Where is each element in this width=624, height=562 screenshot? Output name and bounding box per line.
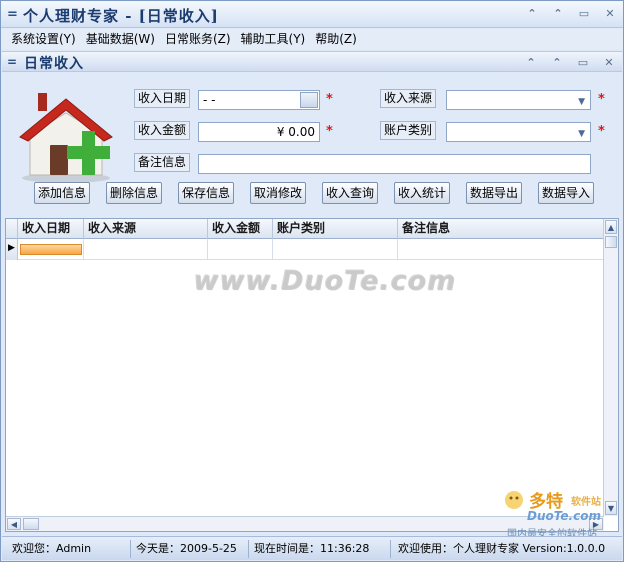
house-add-icon [19, 93, 113, 183]
minimize-icon[interactable]: ⌃ [551, 7, 565, 21]
menu-basic-data[interactable]: 基础数据(W) [86, 29, 155, 49]
child-window-bar[interactable]: = 日常收入 ⌃ ⌃ ▭ ✕ [2, 51, 622, 72]
add-info-button[interactable]: 添加信息 [34, 182, 90, 204]
income-date-label: 收入日期 [134, 89, 191, 108]
income-amount-label: 收入金额 [134, 121, 191, 140]
title-bar[interactable]: = 个人理财专家 - [日常收入] ⌃ ⌃ ▭ ✕ [1, 1, 623, 28]
calendar-dropdown-button[interactable] [300, 92, 318, 108]
save-info-button[interactable]: 保存信息 [178, 182, 234, 204]
grid-header: 收入日期 收入来源 收入金额 账户类别 备注信息 [6, 219, 604, 239]
column-header[interactable]: 收入来源 [84, 219, 208, 239]
income-amount-value: ¥ 0.00 [276, 125, 315, 139]
row-indicator[interactable]: ▶ [6, 239, 18, 260]
table-row[interactable]: ▶ [6, 239, 604, 260]
income-date-picker[interactable]: - - [198, 90, 320, 110]
menu-system-settings[interactable]: 系统设置(Y) [11, 29, 76, 49]
column-header[interactable]: 账户类别 [273, 219, 398, 239]
status-version: 欢迎使用：个人理财专家 Version:1.0.0.0 [398, 542, 606, 555]
table-cell[interactable] [208, 239, 273, 260]
income-query-button[interactable]: 收入查询 [322, 182, 378, 204]
window-title: 个人理财专家 - [日常收入] [23, 7, 219, 25]
chevron-down-icon[interactable]: ▼ [578, 93, 585, 111]
required-mark: * [598, 92, 605, 107]
child-rollup-icon[interactable]: ⌃ [524, 56, 538, 70]
table-cell[interactable] [273, 239, 398, 260]
income-stats-button[interactable]: 收入统计 [394, 182, 450, 204]
column-header[interactable]: 备注信息 [398, 219, 604, 239]
close-icon[interactable]: ✕ [603, 7, 617, 21]
status-today: 今天是：2009-5-25 [136, 542, 237, 555]
income-date-value: - - [203, 93, 216, 107]
required-mark: * [326, 92, 333, 107]
table-cell[interactable] [84, 239, 208, 260]
window-controls: ⌃ ⌃ ▭ ✕ [525, 7, 617, 21]
import-data-button[interactable]: 数据导入 [538, 182, 594, 204]
watermark-text: www.DuoTe.com [193, 265, 456, 296]
child-window-controls: ⌃ ⌃ ▭ ✕ [524, 56, 616, 70]
status-time: 现在时间是：11:36:28 [254, 542, 370, 555]
required-mark: * [598, 124, 605, 139]
scroll-left-icon[interactable]: ◀ [7, 518, 21, 530]
delete-info-button[interactable]: 删除信息 [106, 182, 162, 204]
child-minimize-icon[interactable]: ⌃ [550, 56, 564, 70]
remark-input[interactable] [198, 154, 591, 174]
chevron-down-icon[interactable]: ▼ [578, 125, 585, 143]
maximize-icon[interactable]: ▭ [577, 7, 591, 21]
scroll-thumb[interactable] [605, 236, 617, 248]
status-bar: 欢迎您：Admin 今天是：2009-5-25 现在时间是：11:36:28 欢… [2, 536, 622, 560]
status-separator [248, 540, 249, 558]
income-source-combo[interactable]: ▼ [446, 90, 591, 110]
rollup-icon[interactable]: ⌃ [525, 7, 539, 21]
scroll-thumb[interactable] [23, 518, 39, 530]
watermark-logo-domain: DuoTe.com [527, 509, 601, 523]
menu-tools[interactable]: 辅助工具(Y) [241, 29, 306, 49]
status-welcome-user: 欢迎您：Admin [12, 542, 92, 555]
column-header[interactable]: 收入日期 [18, 219, 84, 239]
status-separator [130, 540, 131, 558]
child-window-title: 日常收入 [24, 56, 84, 72]
account-type-label: 账户类别 [380, 121, 437, 140]
column-header[interactable]: 收入金额 [208, 219, 273, 239]
child-maximize-icon[interactable]: ▭ [576, 56, 590, 70]
child-close-icon[interactable]: ✕ [602, 56, 616, 70]
required-mark: * [326, 124, 333, 139]
menu-bar: 系统设置(Y) 基础数据(W) 日常账务(Z) 辅助工具(Y) 帮助(Z) [1, 29, 623, 49]
menu-daily-accounts[interactable]: 日常账务(Z) [165, 29, 231, 49]
status-separator [390, 540, 391, 558]
watermark-logo: 多特 软件站 DuoTe.com 国内最安全的软件站 [501, 487, 619, 540]
table-cell[interactable] [398, 239, 604, 260]
watermark-logo-sub: 软件站 [571, 497, 601, 508]
child-grip-icon: = [7, 55, 18, 69]
income-amount-input[interactable]: ¥ 0.00 [198, 122, 320, 142]
menu-help[interactable]: 帮助(Z) [315, 29, 357, 49]
cancel-edit-button[interactable]: 取消修改 [250, 182, 306, 204]
account-type-combo[interactable]: ▼ [446, 122, 591, 142]
income-source-label: 收入来源 [380, 89, 437, 108]
income-form: 收入日期 - - * 收入来源 ▼ * 收入金额 ¥ 0.00 * 账户类别 ▼… [2, 73, 622, 215]
row-header-corner [6, 219, 18, 239]
selected-cell[interactable] [20, 244, 82, 255]
current-row-icon: ▶ [8, 243, 15, 253]
window-grip-icon: = [7, 7, 18, 22]
remark-label: 备注信息 [134, 153, 191, 172]
scroll-up-icon[interactable]: ▲ [605, 220, 617, 234]
export-data-button[interactable]: 数据导出 [466, 182, 522, 204]
vertical-scrollbar[interactable]: ▲ ▼ [603, 219, 618, 516]
app-window: = 个人理财专家 - [日常收入] ⌃ ⌃ ▭ ✕ 系统设置(Y) 基础数据(W… [0, 0, 624, 562]
sun-logo-icon [505, 491, 523, 509]
